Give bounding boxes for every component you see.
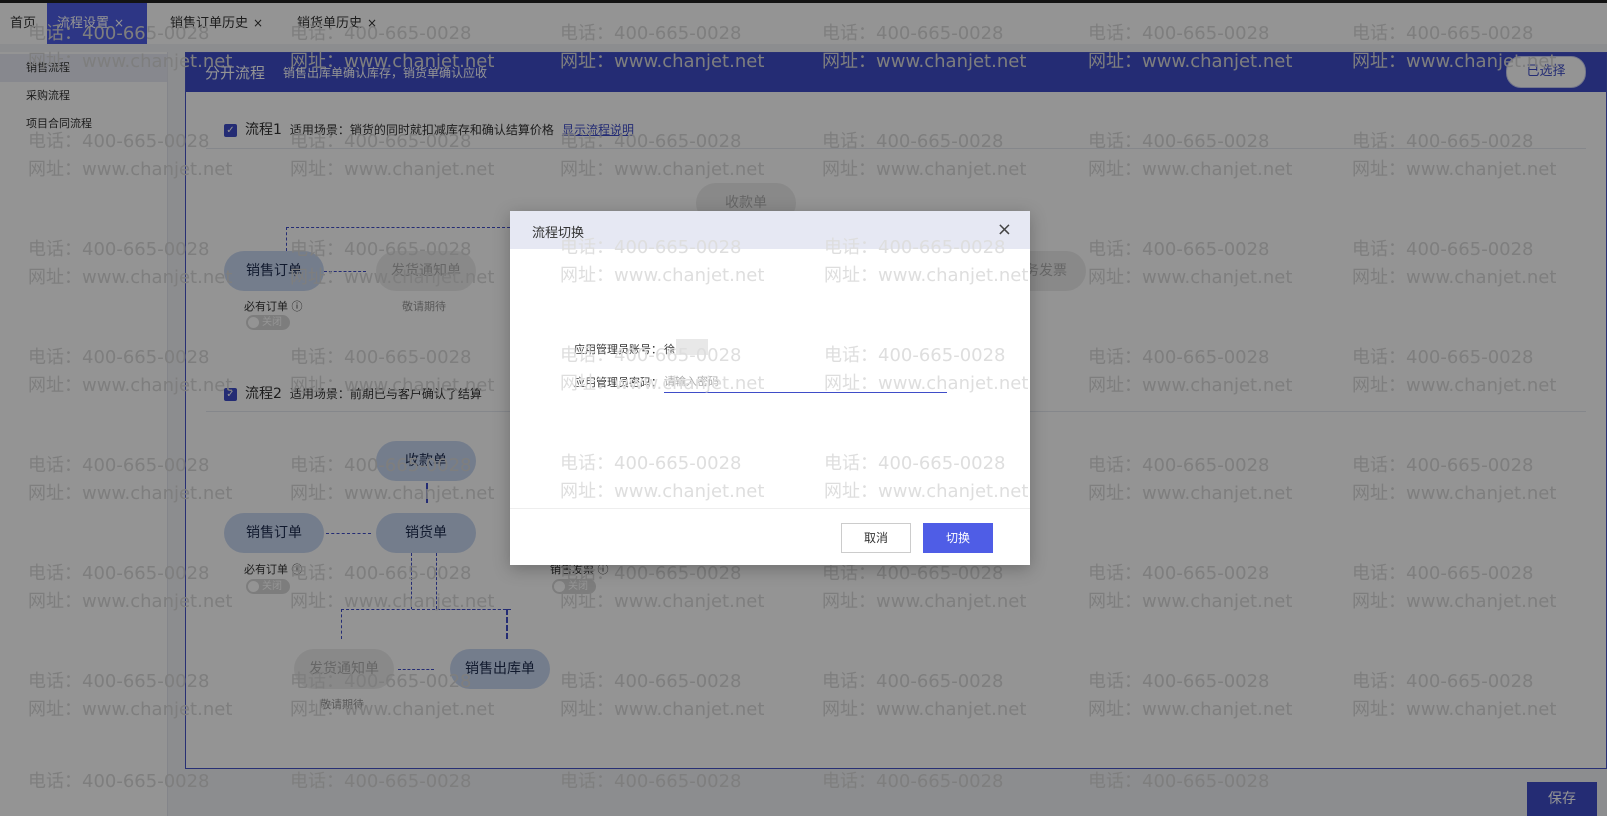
admin-account-label: 应用管理员账号： [574,343,662,356]
watermark-site: 网址：www.chanjet.net [824,265,1029,286]
cancel-button[interactable]: 取消 [841,523,911,553]
account-blurred-value [676,339,708,355]
admin-account-value: 徐 [664,343,675,356]
admin-password-input[interactable] [664,370,947,393]
watermark-phone: 电话：400-665-0028 [824,345,1006,366]
admin-password-label: 应用管理员密码： [574,376,662,389]
close-icon[interactable]: × [997,219,1012,240]
watermark-phone: 电话：400-665-0028 [560,453,742,474]
dialog-title: 流程切换 [532,226,585,241]
switch-process-dialog: 流程切换 × 应用管理员账号： 徐 应用管理员密码： 取消 切换 电话：400-… [510,211,1030,565]
dialog-footer-divider [510,508,1030,509]
watermark-site: 网址：www.chanjet.net [824,481,1029,502]
watermark-text: 电话：400-665-0028 网址：www.chanjet.net [824,450,1028,506]
dialog-header: 流程切换 × [510,211,1030,249]
watermark-phone: 电话：400-665-0028 [824,453,1006,474]
watermark-text: 电话：400-665-0028 网址：www.chanjet.net [560,450,764,506]
watermark-site: 网址：www.chanjet.net [560,265,765,286]
watermark-site: 网址：www.chanjet.net [560,481,765,502]
switch-button[interactable]: 切换 [923,523,993,553]
